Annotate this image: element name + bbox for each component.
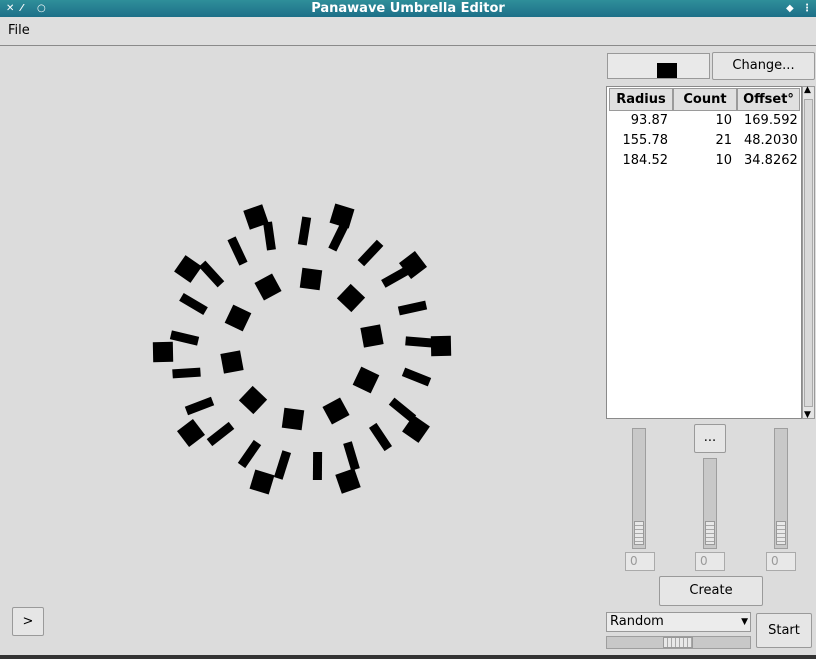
ring-bar-mark (237, 439, 261, 469)
ring-bar-mark (397, 300, 427, 316)
chevron-down-icon[interactable]: ▼ (741, 613, 748, 631)
ring-square-mark (431, 335, 452, 357)
close-icon[interactable]: ✕ (6, 0, 14, 17)
ring-square-mark (173, 255, 202, 284)
table-cell[interactable]: 169.5924 (737, 111, 798, 131)
bottom-edge (0, 655, 816, 659)
create-button[interactable]: Create (659, 576, 763, 606)
window-title: Panawave Umbrella Editor (311, 1, 505, 16)
maximize-icon[interactable]: ⋮⋮ (802, 0, 816, 17)
table-cell[interactable]: 48.20308 (737, 131, 798, 151)
title-bar: ✕ ⁄ ○ Panawave Umbrella Editor ◆ ⋮⋮ (0, 0, 816, 17)
umbrella-canvas[interactable] (0, 47, 604, 607)
ring-bar-mark (262, 221, 276, 251)
menu-bar: File (0, 17, 816, 46)
circle-icon[interactable]: ○ (37, 0, 46, 17)
slider-thumb[interactable] (634, 521, 644, 545)
ring-square-mark (281, 408, 304, 431)
table-cell[interactable]: 155.78 (609, 131, 669, 151)
ring-square-mark (176, 419, 205, 448)
ring-bar-mark (273, 450, 291, 480)
slider-thumb[interactable] (705, 521, 715, 545)
ring-square-mark (329, 203, 355, 229)
slider-red[interactable] (632, 428, 646, 549)
scrollbar-thumb[interactable] (804, 99, 813, 407)
ring-bar-mark (401, 367, 431, 387)
ring-bar-mark (368, 422, 392, 451)
ring-square-mark (360, 324, 384, 348)
ring-bar-mark (170, 330, 200, 346)
ring-bar-mark (297, 216, 311, 246)
spin-green[interactable]: 0 (695, 552, 725, 571)
ring-bar-mark (405, 336, 434, 349)
table-scrollbar[interactable]: ▲ ▼ (802, 85, 815, 420)
ring-bar-mark (172, 367, 202, 379)
column-header-radius[interactable]: Radius (609, 88, 673, 111)
scroll-down-icon[interactable]: ▼ (804, 410, 811, 420)
ring-bar-mark (184, 396, 214, 416)
ring-bar-mark (357, 239, 383, 267)
slider-thumb[interactable] (776, 521, 786, 545)
slider-green[interactable] (703, 458, 717, 549)
change-button[interactable]: Change... (712, 52, 815, 80)
ring-bar-mark (227, 236, 248, 266)
ring-bar-mark (198, 260, 225, 288)
shade-icon[interactable]: ◆ (786, 0, 794, 17)
start-button[interactable]: Start (756, 613, 812, 648)
ring-square-mark (352, 366, 380, 393)
pin-icon[interactable]: ⁄ (21, 0, 23, 17)
slider-blue[interactable] (774, 428, 788, 549)
column-header-count[interactable]: Count (673, 88, 737, 111)
ring-bar-mark (342, 441, 360, 471)
ring-square-mark (335, 467, 361, 494)
table-cell[interactable]: 34.82628 (737, 151, 798, 171)
ring-square-mark (300, 267, 323, 290)
ring-bar-mark (312, 451, 322, 480)
spin-blue[interactable]: 0 (766, 552, 796, 571)
scroll-up-icon[interactable]: ▲ (804, 85, 811, 95)
table-cell[interactable]: 10 (673, 151, 732, 171)
ring-square-mark (249, 469, 275, 495)
rings-table[interactable]: Radius Count Offset° 93.87 10 169.5924 1… (606, 86, 802, 419)
ring-square-mark (152, 341, 173, 363)
ellipsis-button[interactable]: ... (694, 424, 726, 453)
ring-square-mark (224, 305, 252, 332)
table-cell[interactable]: 21 (673, 131, 732, 151)
color-swatch-box (607, 53, 710, 79)
ring-square-mark (254, 273, 282, 301)
color-swatch (657, 63, 677, 78)
speed-slider[interactable] (606, 636, 751, 649)
ring-square-mark (220, 350, 244, 374)
toggle-panel-button[interactable]: > (12, 607, 44, 636)
mode-select[interactable]: Random ▼ (606, 612, 751, 632)
ring-bar-mark (206, 421, 235, 446)
spin-red[interactable]: 0 (625, 552, 655, 571)
ring-square-mark (336, 283, 365, 312)
menu-file[interactable]: File (8, 23, 30, 38)
ring-square-mark (238, 386, 268, 415)
table-cell[interactable]: 93.87 (609, 111, 668, 131)
mode-select-value: Random (610, 614, 664, 629)
table-cell[interactable]: 184.52 (609, 151, 669, 171)
column-header-offset[interactable]: Offset° (737, 88, 800, 111)
table-cell[interactable]: 10 (673, 111, 732, 131)
ring-bar-mark (178, 293, 208, 315)
ring-square-mark (322, 397, 350, 425)
slider-thumb[interactable] (663, 637, 693, 648)
